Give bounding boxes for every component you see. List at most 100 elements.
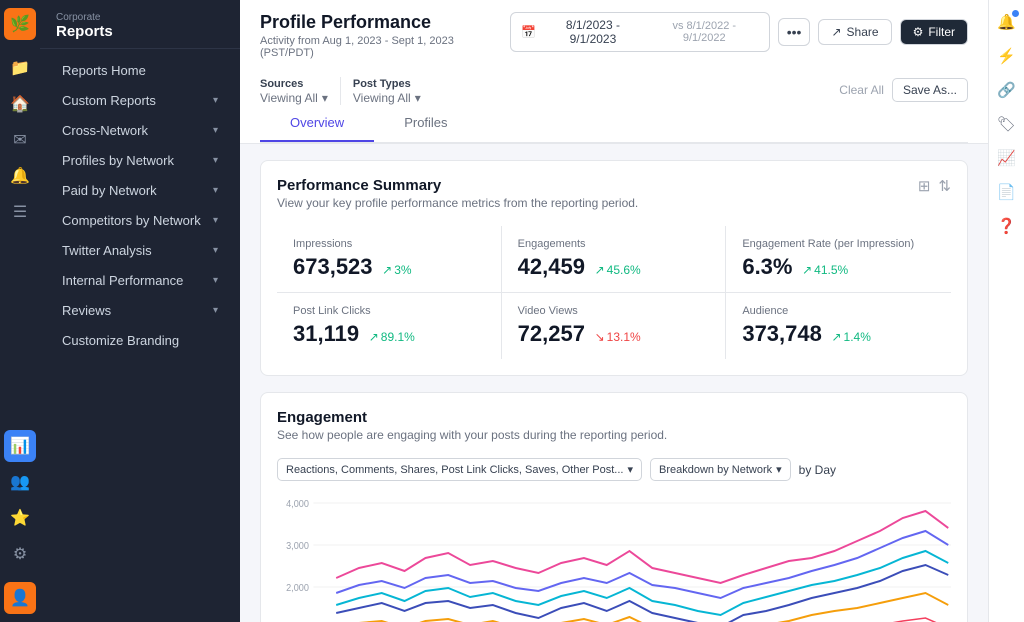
- sidebar-item-reviews[interactable]: Reviews ▾: [46, 296, 234, 325]
- metric-change: ↗ 89.1%: [369, 330, 415, 344]
- user-avatar[interactable]: 👤: [4, 582, 36, 614]
- post-types-dropdown[interactable]: Post Types Viewing All ▾: [353, 78, 421, 105]
- sidebar-item-reports-home[interactable]: Reports Home: [46, 56, 234, 85]
- nav-label: Internal Performance: [62, 273, 183, 288]
- metric-label: Video Views: [518, 305, 710, 317]
- sources-dropdown[interactable]: Sources Viewing All ▾: [260, 78, 328, 105]
- metric-label: Post Link Clicks: [293, 305, 485, 317]
- sidebar-item-competitors[interactable]: Competitors by Network ▾: [46, 206, 234, 235]
- svg-text:2,000: 2,000: [286, 583, 309, 595]
- sidebar-item-branding[interactable]: Customize Branding: [46, 326, 234, 355]
- sidebar-item-internal[interactable]: Internal Performance ▾: [46, 266, 234, 295]
- chevron-icon: ▾: [213, 215, 218, 226]
- clear-all-button[interactable]: Clear All: [839, 78, 884, 102]
- link-icon[interactable]: 🔗: [993, 76, 1021, 104]
- sidebar: Corporate Reports Reports Home Custom Re…: [40, 0, 240, 622]
- date-vs-label: vs 8/1/2022 - 9/1/2022: [650, 20, 759, 44]
- chevron-icon: ▾: [213, 185, 218, 196]
- page-header-top: Profile Performance Activity from Aug 1,…: [260, 12, 968, 59]
- messages-icon[interactable]: ✉: [4, 124, 36, 156]
- metric-label: Engagement Rate (per Impression): [742, 238, 935, 250]
- sidebar-item-profiles-by-network[interactable]: Profiles by Network ▾: [46, 146, 234, 175]
- analytics-icon[interactable]: 📈: [993, 144, 1021, 172]
- app-logo-icon[interactable]: 🌿: [4, 8, 36, 40]
- report-icon[interactable]: 📄: [993, 178, 1021, 206]
- tag-icon[interactable]: 🏷: [993, 110, 1021, 138]
- metric-video-views: Video Views 72,257 ↘ 13.1%: [502, 293, 727, 359]
- header-actions: 📅 8/1/2023 - 9/1/2023 vs 8/1/2022 - 9/1/…: [510, 12, 968, 52]
- card-subtitle: View your key profile performance metric…: [277, 196, 638, 210]
- activity-icon[interactable]: ⚡: [993, 42, 1021, 70]
- metric-value-row: 373,748 ↗ 1.4%: [742, 321, 935, 347]
- engagement-card: Engagement See how people are engaging w…: [260, 392, 968, 622]
- performance-summary-card: Performance Summary View your key profil…: [260, 160, 968, 376]
- sidebar-title: Reports: [56, 23, 224, 40]
- users-icon[interactable]: 👥: [4, 466, 36, 498]
- share-button[interactable]: ↗ Share: [818, 19, 891, 45]
- metric-label: Audience: [742, 305, 935, 317]
- sort-icon[interactable]: ⇅: [938, 177, 951, 195]
- chart-icon[interactable]: 📊: [4, 430, 36, 462]
- share-icon: ↗: [831, 25, 841, 39]
- card-title: Performance Summary: [277, 177, 638, 194]
- tab-overview[interactable]: Overview: [260, 105, 374, 142]
- save-as-button[interactable]: Save As...: [892, 78, 968, 102]
- home-icon[interactable]: 🏠: [4, 88, 36, 120]
- breakdown-chevron-icon: ▾: [776, 463, 782, 476]
- metric-value: 42,459: [518, 254, 585, 279]
- post-types-label: Post Types: [353, 78, 421, 90]
- nav-label: Custom Reports: [62, 93, 156, 108]
- nav-label: Competitors by Network: [62, 213, 201, 228]
- bell-icon[interactable]: 🔔: [4, 160, 36, 192]
- nav-label: Cross-Network: [62, 123, 148, 138]
- post-types-value: Viewing All: [353, 91, 411, 105]
- svg-text:4,000: 4,000: [286, 499, 309, 511]
- star-icon[interactable]: ⭐: [4, 502, 36, 534]
- engagement-filter-dropdown[interactable]: Reactions, Comments, Shares, Post Link C…: [277, 458, 642, 481]
- svg-text:3,000: 3,000: [286, 541, 309, 553]
- chevron-icon: ▾: [213, 155, 218, 166]
- by-day-label: by Day: [799, 463, 836, 477]
- notifications-icon[interactable]: 🔔: [993, 8, 1021, 36]
- chevron-icon: ▾: [213, 245, 218, 256]
- engagement-card-header: Engagement See how people are engaging w…: [277, 409, 951, 442]
- main-content: Profile Performance Activity from Aug 1,…: [240, 0, 988, 622]
- engagement-title: Engagement: [277, 409, 667, 426]
- sidebar-header: Corporate Reports: [40, 0, 240, 49]
- content-area: Performance Summary View your key profil…: [240, 144, 988, 622]
- metric-value-row: 6.3% ↗ 41.5%: [742, 254, 935, 280]
- page-title: Profile Performance: [260, 12, 510, 33]
- filter-icon: ⚙: [913, 25, 924, 39]
- metrics-grid: Impressions 673,523 ↗ 3% Engagements 42,…: [277, 226, 951, 359]
- card-header: Performance Summary View your key profil…: [277, 177, 951, 210]
- filter-button[interactable]: ⚙ Filter: [900, 19, 968, 45]
- more-options-button[interactable]: •••: [778, 18, 811, 46]
- filter-actions: Clear All Save As...: [839, 78, 968, 104]
- sidebar-item-cross-network[interactable]: Cross-Network ▾: [46, 116, 234, 145]
- breakdown-dropdown[interactable]: Breakdown by Network ▾: [650, 458, 791, 481]
- metric-value-row: 31,119 ↗ 89.1%: [293, 321, 485, 347]
- grid-icon[interactable]: ⊞: [918, 177, 931, 195]
- tab-profiles[interactable]: Profiles: [374, 105, 477, 142]
- metric-label: Engagements: [518, 238, 710, 250]
- help-icon[interactable]: ❓: [993, 212, 1021, 240]
- tabs-row: Overview Profiles: [260, 105, 968, 143]
- sidebar-item-twitter[interactable]: Twitter Analysis ▾: [46, 236, 234, 265]
- date-range-button[interactable]: 📅 8/1/2023 - 9/1/2023 vs 8/1/2022 - 9/1/…: [510, 12, 770, 52]
- menu-icon[interactable]: ☰: [4, 196, 36, 228]
- folder-icon[interactable]: 📁: [4, 52, 36, 84]
- settings-icon[interactable]: ⚙: [4, 538, 36, 570]
- title-group: Profile Performance Activity from Aug 1,…: [260, 12, 510, 59]
- page-header: Profile Performance Activity from Aug 1,…: [240, 0, 988, 144]
- engagement-title-group: Engagement See how people are engaging w…: [277, 409, 667, 442]
- nav-label: Twitter Analysis: [62, 243, 152, 258]
- chevron-icon: ▾: [213, 125, 218, 136]
- sidebar-nav: Reports Home Custom Reports ▾ Cross-Netw…: [40, 49, 240, 362]
- metric-engagement-rate: Engagement Rate (per Impression) 6.3% ↗ …: [726, 226, 951, 293]
- engagement-filter-label: Reactions, Comments, Shares, Post Link C…: [286, 464, 623, 476]
- metric-engagements: Engagements 42,459 ↗ 45.6%: [502, 226, 727, 293]
- sidebar-item-paid-by-network[interactable]: Paid by Network ▾: [46, 176, 234, 205]
- nav-label: Customize Branding: [62, 333, 179, 348]
- page-subtitle: Activity from Aug 1, 2023 - Sept 1, 2023…: [260, 35, 510, 59]
- sidebar-item-custom-reports[interactable]: Custom Reports ▾: [46, 86, 234, 115]
